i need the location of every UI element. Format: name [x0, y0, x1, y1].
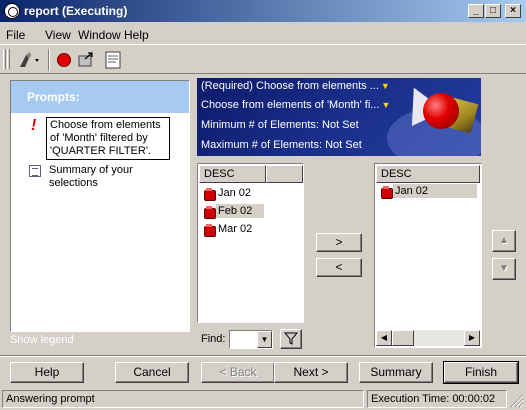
horizontal-scrollbar[interactable]: ◀ ▶: [376, 330, 480, 346]
title-bar[interactable]: report (Executing) _ □ ×: [0, 0, 526, 22]
cancel-button[interactable]: Cancel: [115, 362, 189, 383]
element-cube-icon: [203, 188, 216, 201]
execution-time: Execution Time: 00:00:02: [367, 390, 507, 408]
banner-line-required[interactable]: (Required) Choose from elements ... ▼: [201, 80, 390, 92]
banner-line-min: Minimum # of Elements: Not Set: [201, 119, 359, 131]
app-icon[interactable]: [4, 3, 20, 19]
status-message: Answering prompt: [2, 390, 364, 408]
element-cube-icon: [203, 206, 216, 219]
list-item[interactable]: Mar 02: [216, 222, 254, 236]
next-button[interactable]: Next >: [274, 362, 348, 383]
window-title: report (Executing): [24, 4, 128, 18]
available-elements-list[interactable]: DESC Jan 02 Feb 02 Mar 02: [197, 163, 304, 323]
filter-funnel-icon: [283, 332, 299, 345]
list-item-selected[interactable]: Jan 02: [393, 184, 477, 198]
menu-window[interactable]: Window: [78, 28, 121, 42]
run-icon[interactable]: [16, 49, 39, 71]
element-cube-icon: [203, 224, 216, 237]
toolbar-separator: [48, 49, 50, 71]
prompts-panel: Prompts: ! Choose from elements of 'Mont…: [10, 80, 190, 332]
help-button[interactable]: Help: [10, 362, 84, 383]
scroll-right-arrow-icon[interactable]: ▶: [464, 330, 480, 346]
summary-button[interactable]: Summary: [359, 362, 433, 383]
notes-icon[interactable]: [102, 49, 124, 71]
separator-line: [0, 355, 526, 357]
selected-elements-list[interactable]: DESC Jan 02 ◀ ▶: [374, 163, 482, 348]
scroll-left-arrow-icon[interactable]: ◀: [376, 330, 392, 346]
prompt-item-month[interactable]: Choose from elements of 'Month' filtered…: [46, 117, 170, 160]
filter-button[interactable]: [280, 329, 302, 349]
stop-icon[interactable]: [53, 49, 75, 71]
find-combo[interactable]: ▼: [229, 330, 273, 349]
status-bar: Answering prompt Execution Time: 00:00:0…: [0, 388, 526, 410]
banner-line-month-text: Choose from elements of 'Month' fi...: [201, 99, 380, 111]
banner-arrow-icon: ▼: [380, 81, 390, 91]
toolbar: [0, 44, 526, 74]
find-dropdown-arrow-icon[interactable]: ▼: [257, 331, 272, 348]
toolbar-grip[interactable]: [3, 49, 6, 69]
prompts-header: Prompts:: [11, 81, 189, 113]
menu-file[interactable]: File: [6, 28, 25, 42]
export-icon[interactable]: [75, 49, 97, 71]
resize-grip-icon[interactable]: [510, 394, 524, 408]
list-item[interactable]: Jan 02: [216, 186, 253, 200]
banner-line-required-text: (Required) Choose from elements ...: [201, 80, 379, 92]
sphere-graphic: [423, 93, 459, 129]
move-up-button[interactable]: ▲: [492, 230, 516, 252]
minimize-button[interactable]: _: [468, 4, 484, 18]
back-button[interactable]: < Back: [201, 362, 275, 383]
menu-bar: File View Window Help: [0, 24, 526, 44]
remove-selection-button[interactable]: <: [316, 258, 362, 277]
show-legend-link[interactable]: Show legend: [10, 334, 74, 346]
selected-list-header[interactable]: DESC: [376, 165, 480, 183]
banner-line-max: Maximum # of Elements: Not Set: [201, 139, 362, 151]
menu-view[interactable]: View: [45, 28, 71, 42]
scrollbar-thumb[interactable]: [392, 330, 414, 346]
finish-button[interactable]: Finish: [443, 361, 519, 384]
summary-icon: [29, 165, 41, 177]
add-selection-button[interactable]: >: [316, 233, 362, 252]
required-exclamation-icon: !: [31, 117, 37, 134]
list-item-selected[interactable]: Feb 02: [216, 204, 264, 218]
available-list-header-filler: [266, 165, 303, 183]
move-down-button[interactable]: ▼: [492, 258, 516, 280]
prompt-banner: (Required) Choose from elements ... ▼ Cho…: [197, 78, 481, 156]
close-button[interactable]: ×: [505, 4, 521, 18]
toolbar-grip-2[interactable]: [7, 49, 10, 69]
banner-arrow-icon: ▼: [381, 100, 391, 110]
banner-line-month[interactable]: Choose from elements of 'Month' fi... ▼: [201, 99, 390, 111]
menu-help[interactable]: Help: [124, 28, 149, 42]
available-list-header[interactable]: DESC: [199, 165, 266, 183]
find-label: Find:: [201, 333, 226, 345]
element-cube-icon: [380, 186, 393, 199]
prompt-item-summary[interactable]: Summary of your selections: [49, 164, 169, 190]
maximize-button[interactable]: □: [485, 4, 501, 18]
